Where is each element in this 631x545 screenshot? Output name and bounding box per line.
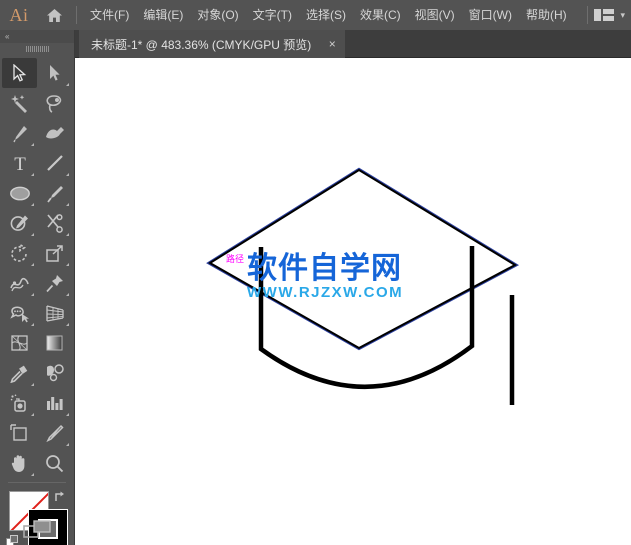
menu-effect[interactable]: 效果(C) — [353, 4, 408, 26]
arrow-filled-icon — [48, 64, 62, 82]
perspective-grid-tool[interactable] — [37, 298, 72, 328]
eyedropper-icon — [10, 364, 29, 383]
graduation-cap-drawing[interactable] — [75, 58, 631, 545]
menu-edit[interactable]: 编辑(E) — [136, 4, 190, 26]
slice-knife-icon — [45, 424, 64, 443]
symbol-sprayer-icon — [10, 394, 30, 413]
column-graph-tool[interactable] — [37, 388, 72, 418]
menu-select[interactable]: 选择(S) — [299, 4, 353, 26]
workspace-divider — [587, 6, 588, 24]
magic-wand-tool[interactable] — [2, 88, 37, 118]
menu-help[interactable]: 帮助(H) — [519, 4, 574, 26]
direct-selection-tool[interactable] — [37, 58, 72, 88]
pushpin-icon — [45, 274, 64, 293]
document-tab[interactable]: 未标题-1* @ 483.36% (CMYK/GPU 预览) × — [79, 30, 345, 58]
gradient-tool[interactable] — [37, 328, 72, 358]
chevron-down-icon[interactable]: ▾ — [620, 10, 625, 21]
slice-tool[interactable] — [37, 418, 72, 448]
bar-graph-icon — [45, 394, 64, 412]
pen-tool[interactable] — [2, 118, 37, 148]
magnifier-icon — [45, 454, 64, 473]
line-segment-icon — [46, 154, 64, 172]
swap-arrow-glyph — [53, 490, 68, 505]
home-icon-glyph — [46, 8, 63, 23]
menu-object[interactable]: 对象(O) — [190, 4, 245, 26]
rotate-icon — [10, 244, 30, 263]
scissors-icon — [45, 214, 64, 233]
app-logo: Ai — [0, 5, 38, 26]
symbol-sprayer-tool[interactable] — [2, 388, 37, 418]
scale-icon — [45, 244, 65, 263]
tools-panel: « — [0, 30, 75, 545]
lasso-icon — [45, 94, 65, 113]
menu-file[interactable]: 文件(F) — [83, 4, 136, 26]
paintbrush-icon — [46, 184, 64, 203]
workspace-area: ▾ — [581, 0, 631, 30]
type-tool[interactable]: T — [2, 148, 37, 178]
document-tab-title: 未标题-1* @ 483.36% (CMYK/GPU 预览) — [91, 36, 311, 53]
menu-type[interactable]: 文字(T) — [246, 4, 299, 26]
tools-panel-divider — [8, 482, 66, 483]
swap-fill-stroke-icon[interactable] — [53, 490, 68, 508]
blend-tool[interactable] — [37, 358, 72, 388]
zoom-tool[interactable] — [37, 448, 72, 478]
tool-grid: T — [0, 55, 74, 478]
lasso-tool[interactable] — [37, 88, 72, 118]
type-t-icon: T — [11, 154, 29, 173]
workspace-switcher-glyph — [594, 8, 614, 22]
width-warp-icon — [9, 274, 30, 293]
mesh-tool[interactable] — [2, 328, 37, 358]
artboard-icon — [10, 424, 29, 443]
rotate-tool[interactable] — [2, 238, 37, 268]
smart-guide-label: 路径 — [226, 252, 244, 265]
home-icon[interactable] — [38, 0, 70, 30]
close-icon[interactable]: × — [325, 38, 339, 50]
menu-view[interactable]: 视图(V) — [408, 4, 462, 26]
width-tool[interactable] — [2, 268, 37, 298]
curvature-tool[interactable] — [37, 118, 72, 148]
menu-window[interactable]: 窗口(W) — [462, 4, 519, 26]
mesh-icon — [10, 334, 29, 352]
workspace-switcher-icon[interactable] — [594, 8, 614, 22]
hand-tool[interactable] — [2, 448, 37, 478]
tools-panel-header[interactable]: « — [0, 30, 74, 43]
hand-icon — [10, 454, 30, 473]
pen-icon — [10, 124, 29, 143]
scissors-tool[interactable] — [37, 208, 72, 238]
scale-tool[interactable] — [37, 238, 72, 268]
arrow-solid-icon — [12, 64, 28, 82]
document-tab-bar: 未标题-1* @ 483.36% (CMYK/GPU 预览) × — [75, 30, 631, 58]
selection-tool[interactable] — [2, 58, 37, 88]
paintbrush-tool[interactable] — [37, 178, 72, 208]
menu-bar: Ai 文件(F) 编辑(E) 对象(O) 文字(T) 选择(S) 效果(C) 视… — [0, 0, 631, 30]
gradient-icon — [45, 334, 64, 352]
ellipse-icon — [9, 185, 31, 202]
line-segment-tool[interactable] — [37, 148, 72, 178]
collapse-panel-icon[interactable]: « — [5, 32, 8, 41]
shape-builder-tool[interactable] — [2, 298, 37, 328]
curvature-icon — [45, 124, 65, 143]
free-transform-tool[interactable] — [37, 268, 72, 298]
eyedropper-tool[interactable] — [2, 358, 37, 388]
svg-text:T: T — [14, 154, 26, 173]
perspective-grid-icon — [45, 304, 65, 323]
screen-mode-icon — [23, 519, 53, 539]
blend-icon — [45, 364, 65, 382]
artboard-tool[interactable] — [2, 418, 37, 448]
tools-panel-grip[interactable] — [0, 43, 74, 55]
artboard-canvas[interactable]: 路径 软件自学网 WWW.RJZXW.COM — [75, 58, 631, 545]
magic-wand-icon — [10, 94, 29, 113]
shaper-pencil-icon — [10, 214, 30, 233]
shaper-tool[interactable] — [2, 208, 37, 238]
menu-divider — [76, 6, 77, 24]
mortarboard-diamond-path[interactable] — [210, 170, 515, 348]
change-screen-mode-button[interactable] — [0, 519, 75, 539]
illustrator-window: Ai 文件(F) 编辑(E) 对象(O) 文字(T) 选择(S) 效果(C) 视… — [0, 0, 631, 545]
shape-builder-icon — [9, 304, 30, 323]
ellipse-tool[interactable] — [2, 178, 37, 208]
